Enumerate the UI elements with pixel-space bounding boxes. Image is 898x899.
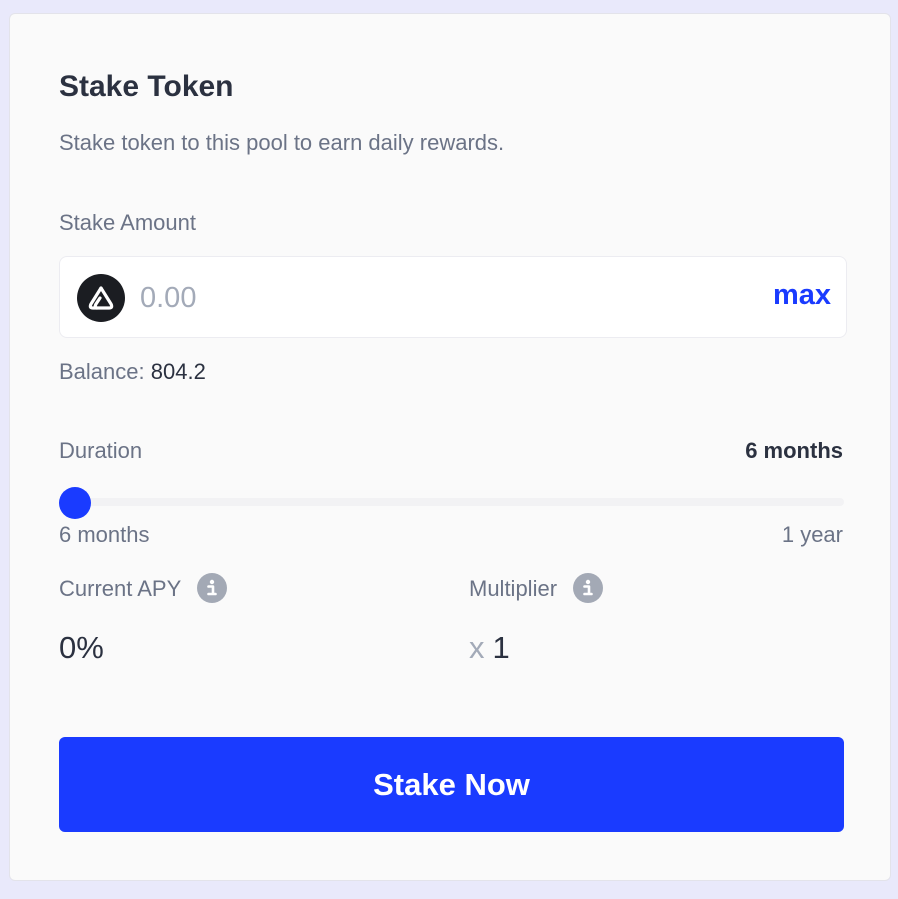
balance-display: Balance: 804.2 — [59, 359, 206, 385]
card-subtitle: Stake token to this pool to earn daily r… — [59, 130, 505, 155]
apy-label: Current APY — [59, 575, 181, 601]
duration-min-label: 6 months — [59, 522, 150, 547]
max-button[interactable]: max — [773, 279, 831, 312]
balance-value: 804.2 — [150, 359, 206, 384]
token-logo-icon — [77, 274, 125, 322]
multiplier-label: Multiplier — [469, 575, 558, 601]
stake-amount-input[interactable] — [140, 275, 680, 321]
stake-card: Stake Token Stake token to this pool to … — [9, 13, 891, 881]
duration-selected-value: 6 months — [745, 438, 843, 463]
duration-slider-track[interactable] — [59, 498, 844, 506]
multiplier-label-group: Multiplier — [469, 573, 604, 605]
duration-slider-handle[interactable] — [59, 487, 91, 519]
card-title: Stake Token — [59, 70, 234, 103]
stake-now-button[interactable]: Stake Now — [59, 737, 844, 832]
multiplier-prefix: x — [469, 630, 485, 665]
stake-amount-label: Stake Amount — [59, 210, 196, 235]
multiplier-info-icon[interactable] — [573, 573, 604, 603]
apy-info-icon[interactable] — [197, 573, 228, 603]
apy-label-group: Current APY — [59, 573, 228, 605]
apy-value: 0% — [59, 630, 104, 665]
multiplier-value-group: x1 — [469, 630, 510, 666]
balance-label: Balance: — [59, 359, 145, 384]
duration-label: Duration — [59, 438, 143, 463]
multiplier-value: 1 — [492, 630, 510, 665]
duration-max-label: 1 year — [781, 522, 843, 547]
stake-amount-field[interactable]: max — [59, 256, 847, 338]
